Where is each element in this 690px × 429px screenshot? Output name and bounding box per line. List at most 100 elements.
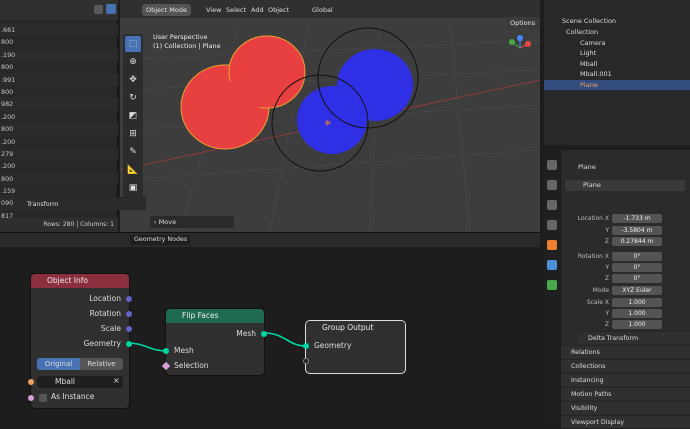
group-geometry-socket[interactable] xyxy=(303,343,309,349)
rotate-icon[interactable]: ↻ xyxy=(125,90,141,106)
as-instance-label: As Instance xyxy=(51,392,95,401)
rotation-socket[interactable] xyxy=(126,311,132,317)
scale-icon[interactable]: ◩ xyxy=(125,108,141,124)
object-name-field[interactable]: Plane xyxy=(578,161,596,173)
annotate-icon[interactable]: ✎ xyxy=(125,144,141,160)
scene-tab-icon[interactable] xyxy=(547,220,557,230)
location-x-field[interactable]: -1.733 m xyxy=(612,214,662,223)
transform-orientation-dropdown[interactable]: Global xyxy=(312,4,333,16)
outliner-item[interactable]: Mball xyxy=(544,59,690,70)
flip-faces-node[interactable]: Flip Faces Mesh Mesh Selection xyxy=(161,309,267,375)
location-label: Location X xyxy=(577,215,609,222)
scale-z-field[interactable]: 1.000 xyxy=(612,320,662,329)
menu-select[interactable]: Select xyxy=(226,4,246,16)
menu-view[interactable]: View xyxy=(206,4,221,16)
object-tab-icon[interactable] xyxy=(547,240,557,250)
blue-metaball[interactable] xyxy=(297,49,413,154)
origin-icon: ✳ xyxy=(324,119,332,129)
location-z-field[interactable]: 0.27844 m xyxy=(612,237,662,246)
outliner-item[interactable]: Camera xyxy=(544,38,690,49)
output-tab-icon[interactable] xyxy=(547,200,557,210)
properties-section[interactable]: Relations xyxy=(561,345,690,358)
flip-input-mesh: Mesh xyxy=(174,346,194,355)
properties-section[interactable]: Motion Paths xyxy=(561,387,690,400)
flip-mesh-input-socket[interactable] xyxy=(163,348,169,354)
properties-section[interactable]: Instancing xyxy=(561,373,690,386)
transform-icon[interactable]: ⊞ xyxy=(125,126,141,142)
filter-icon[interactable] xyxy=(94,5,103,14)
group-output-header[interactable]: Group Output xyxy=(306,321,405,335)
axis-z-label: Z xyxy=(604,238,609,245)
spreadsheet-cell: .159 xyxy=(1,187,16,196)
move-icon[interactable]: ✥ xyxy=(125,72,141,88)
original-toggle[interactable]: Original xyxy=(37,358,80,370)
select-box-icon[interactable]: ⬚ xyxy=(125,36,141,52)
group-output-node[interactable]: Group Output Geometry xyxy=(303,321,405,373)
spreadsheet-cell: 800 xyxy=(0,172,118,186)
data-tab-icon[interactable] xyxy=(547,280,557,290)
rot-axis-y-label: Y xyxy=(605,264,609,271)
outliner-item[interactable]: Mball.001 xyxy=(544,69,690,80)
menu-add[interactable]: Add xyxy=(251,4,264,16)
output-rotation: Rotation xyxy=(89,309,121,318)
collection-info-label: (1) Collection | Plane xyxy=(153,42,221,50)
data-name-field[interactable]: Plane xyxy=(565,180,685,191)
properties-section[interactable]: Delta Transform xyxy=(578,331,690,344)
transform-section-header[interactable]: Transform xyxy=(17,197,146,210)
scale-y-field[interactable]: 1.000 xyxy=(612,309,662,318)
spreadsheet-cell: 800 xyxy=(0,123,118,136)
tool-tab-icon[interactable] xyxy=(547,160,557,170)
spreadsheet-cell: 279 xyxy=(0,147,118,161)
output-geometry: Geometry xyxy=(83,339,121,348)
rot-axis-z-label: Z xyxy=(604,275,609,282)
rotation-mode-dropdown[interactable]: XYZ Euler xyxy=(612,286,662,295)
properties-section[interactable]: Collections xyxy=(561,359,690,372)
spreadsheet-footer: Rows: 280 | Columns: 1 xyxy=(0,218,118,232)
properties-section[interactable]: Visibility xyxy=(561,401,690,414)
geometry-socket[interactable] xyxy=(126,341,132,347)
spreadsheet-cell: 800 xyxy=(1,38,14,47)
as-instance-socket[interactable] xyxy=(28,395,34,401)
location-y-field[interactable]: -3.5804 m xyxy=(612,226,662,235)
options-button[interactable]: Options xyxy=(506,17,540,29)
render-tab-icon[interactable] xyxy=(547,180,557,190)
rotation-y-field[interactable]: 0° xyxy=(612,263,662,272)
outliner-item[interactable]: Plane xyxy=(544,79,690,90)
flip-faces-header[interactable]: Flip Faces xyxy=(166,309,264,323)
empty-socket[interactable] xyxy=(303,358,309,364)
navigation-gizmo-icon[interactable] xyxy=(509,35,531,49)
object-info-node[interactable]: Object Info Location Rotation Scale Geom… xyxy=(28,274,132,408)
cursor-icon[interactable]: ⊕ xyxy=(125,54,141,70)
3d-viewport[interactable]: ✳ Object Mode View Select Add Object Glo… xyxy=(120,0,540,232)
rotation-z-field[interactable]: 0° xyxy=(612,274,662,283)
object-mode-dropdown[interactable]: Object Mode xyxy=(142,4,191,16)
modifier-tab-icon[interactable] xyxy=(547,260,557,270)
spreadsheet-header xyxy=(0,0,118,20)
add-cube-icon[interactable]: ▣ xyxy=(125,180,141,196)
red-metaball[interactable] xyxy=(180,35,306,150)
object-field[interactable]: Mball xyxy=(37,376,123,388)
spreadsheet-cell: .190 xyxy=(0,48,118,62)
outliner-item[interactable]: Collection xyxy=(544,27,690,38)
menu-object[interactable]: Object xyxy=(268,4,289,16)
measure-icon[interactable]: 📐 xyxy=(125,162,141,178)
as-instance-checkbox[interactable] xyxy=(39,394,47,402)
flip-mesh-output-socket[interactable] xyxy=(261,331,267,337)
relative-toggle[interactable]: Relative xyxy=(80,358,123,370)
scale-x-field[interactable]: 1.000 xyxy=(612,298,662,307)
properties-tabs xyxy=(544,150,560,422)
flip-output-mesh: Mesh xyxy=(236,329,256,338)
scene-collection-label: Scene Collection xyxy=(562,17,617,25)
node-editor[interactable]: Geometry Nodes Object Info Location Rota… xyxy=(0,232,540,422)
outliner-item[interactable]: Light xyxy=(544,48,690,59)
spreadsheet-cell: 800 xyxy=(1,87,14,96)
last-operation-panel[interactable]: › Move xyxy=(150,216,234,228)
location-socket[interactable] xyxy=(126,296,132,302)
object-info-header[interactable]: Object Info xyxy=(31,274,129,288)
clear-icon[interactable]: × xyxy=(113,376,120,385)
output-location: Location xyxy=(89,294,121,303)
scale-socket[interactable] xyxy=(126,326,132,332)
filter-toggle-icon[interactable] xyxy=(106,4,116,14)
rotation-x-field[interactable]: 0° xyxy=(612,252,662,261)
object-input-socket[interactable] xyxy=(28,379,34,385)
